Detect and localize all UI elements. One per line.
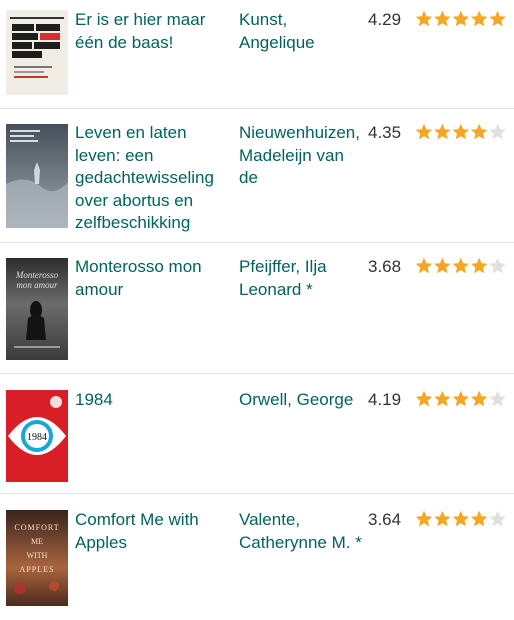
star-icon[interactable] — [434, 10, 451, 27]
average-rating: 4.19 — [368, 390, 402, 409]
book-cover[interactable] — [6, 124, 68, 228]
star-icon[interactable] — [471, 257, 488, 274]
star-icon[interactable] — [434, 390, 451, 407]
cover-art — [6, 130, 68, 228]
star-icon[interactable] — [415, 123, 433, 140]
average-rating: 4.35 — [368, 123, 402, 142]
star-icon[interactable] — [415, 510, 433, 527]
book-row: COMFORT ME WITH APPLES Comfort Me with A… — [0, 494, 514, 620]
star-rating[interactable] — [415, 122, 507, 144]
book-author-link[interactable]: Pfeijffer, Ilja Leonard * — [239, 256, 365, 301]
star-icon[interactable] — [452, 123, 469, 140]
book-title-link[interactable]: Leven en laten leven: een gedachtewissel… — [75, 122, 235, 235]
cover-art: COMFORT ME WITH APPLES — [14, 523, 59, 594]
star-icon[interactable] — [489, 257, 506, 274]
star-rating[interactable] — [415, 9, 507, 31]
star-icon[interactable] — [471, 123, 488, 140]
star-rating[interactable] — [415, 509, 507, 531]
star-icon[interactable] — [415, 10, 433, 27]
book-row: Monterosso mon amour Monterosso mon amou… — [0, 243, 514, 374]
star-rating[interactable] — [415, 389, 507, 411]
cover-art: 1984 — [8, 396, 66, 455]
book-author-link[interactable]: Kunst, Angelique — [239, 9, 365, 54]
book-cover[interactable]: COMFORT ME WITH APPLES — [6, 510, 68, 606]
star-icon[interactable] — [471, 10, 488, 27]
star-icon[interactable] — [489, 123, 506, 140]
star-icon[interactable] — [434, 123, 451, 140]
star-icon[interactable] — [452, 257, 469, 274]
star-icon[interactable] — [489, 390, 506, 407]
cover-title-text: 1984 — [27, 432, 47, 443]
book-title-link[interactable]: Monterosso mon amour — [75, 256, 235, 301]
book-author-link[interactable]: Orwell, George — [239, 389, 365, 412]
star-icon[interactable] — [489, 10, 506, 27]
book-row: 1984 1984 Orwell, George 4.19 — [0, 374, 514, 494]
book-cover[interactable] — [6, 10, 68, 95]
cover-title-text: COMFORT — [14, 523, 59, 532]
star-icon[interactable] — [434, 510, 451, 527]
cover-title-text: Monterosso — [15, 270, 59, 280]
book-row: Er is er hier maar één de baas! Kunst, A… — [0, 0, 514, 109]
book-author-link[interactable]: Valente, Catherynne M. * — [239, 509, 365, 554]
book-title-link[interactable]: 1984 — [75, 389, 235, 412]
book-row: Leven en laten leven: een gedachtewissel… — [0, 109, 514, 243]
star-icon[interactable] — [415, 257, 433, 274]
average-rating: 3.64 — [368, 510, 402, 529]
average-rating: 3.68 — [368, 257, 402, 276]
book-cover[interactable]: 1984 — [6, 390, 68, 482]
average-rating: 4.29 — [368, 10, 402, 29]
star-icon[interactable] — [415, 390, 433, 407]
star-icon[interactable] — [452, 510, 469, 527]
star-icon[interactable] — [434, 257, 451, 274]
cover-title-text: WITH — [27, 551, 48, 560]
star-rating[interactable] — [415, 256, 507, 278]
cover-art: Monterosso mon amour — [14, 270, 60, 348]
cover-title-text: ME — [31, 537, 43, 546]
cover-title-text: mon amour — [16, 280, 58, 290]
cover-art — [10, 17, 64, 78]
star-icon[interactable] — [452, 390, 469, 407]
star-icon[interactable] — [471, 390, 488, 407]
cover-title-text: APPLES — [20, 565, 55, 574]
book-title-link[interactable]: Comfort Me with Apples — [75, 509, 235, 554]
book-title-link[interactable]: Er is er hier maar één de baas! — [75, 9, 235, 54]
book-cover[interactable]: Monterosso mon amour — [6, 258, 68, 360]
star-icon[interactable] — [452, 10, 469, 27]
book-author-link[interactable]: Nieuwenhuizen, Madeleijn van de — [239, 122, 365, 190]
star-icon[interactable] — [471, 510, 488, 527]
star-icon[interactable] — [489, 510, 506, 527]
